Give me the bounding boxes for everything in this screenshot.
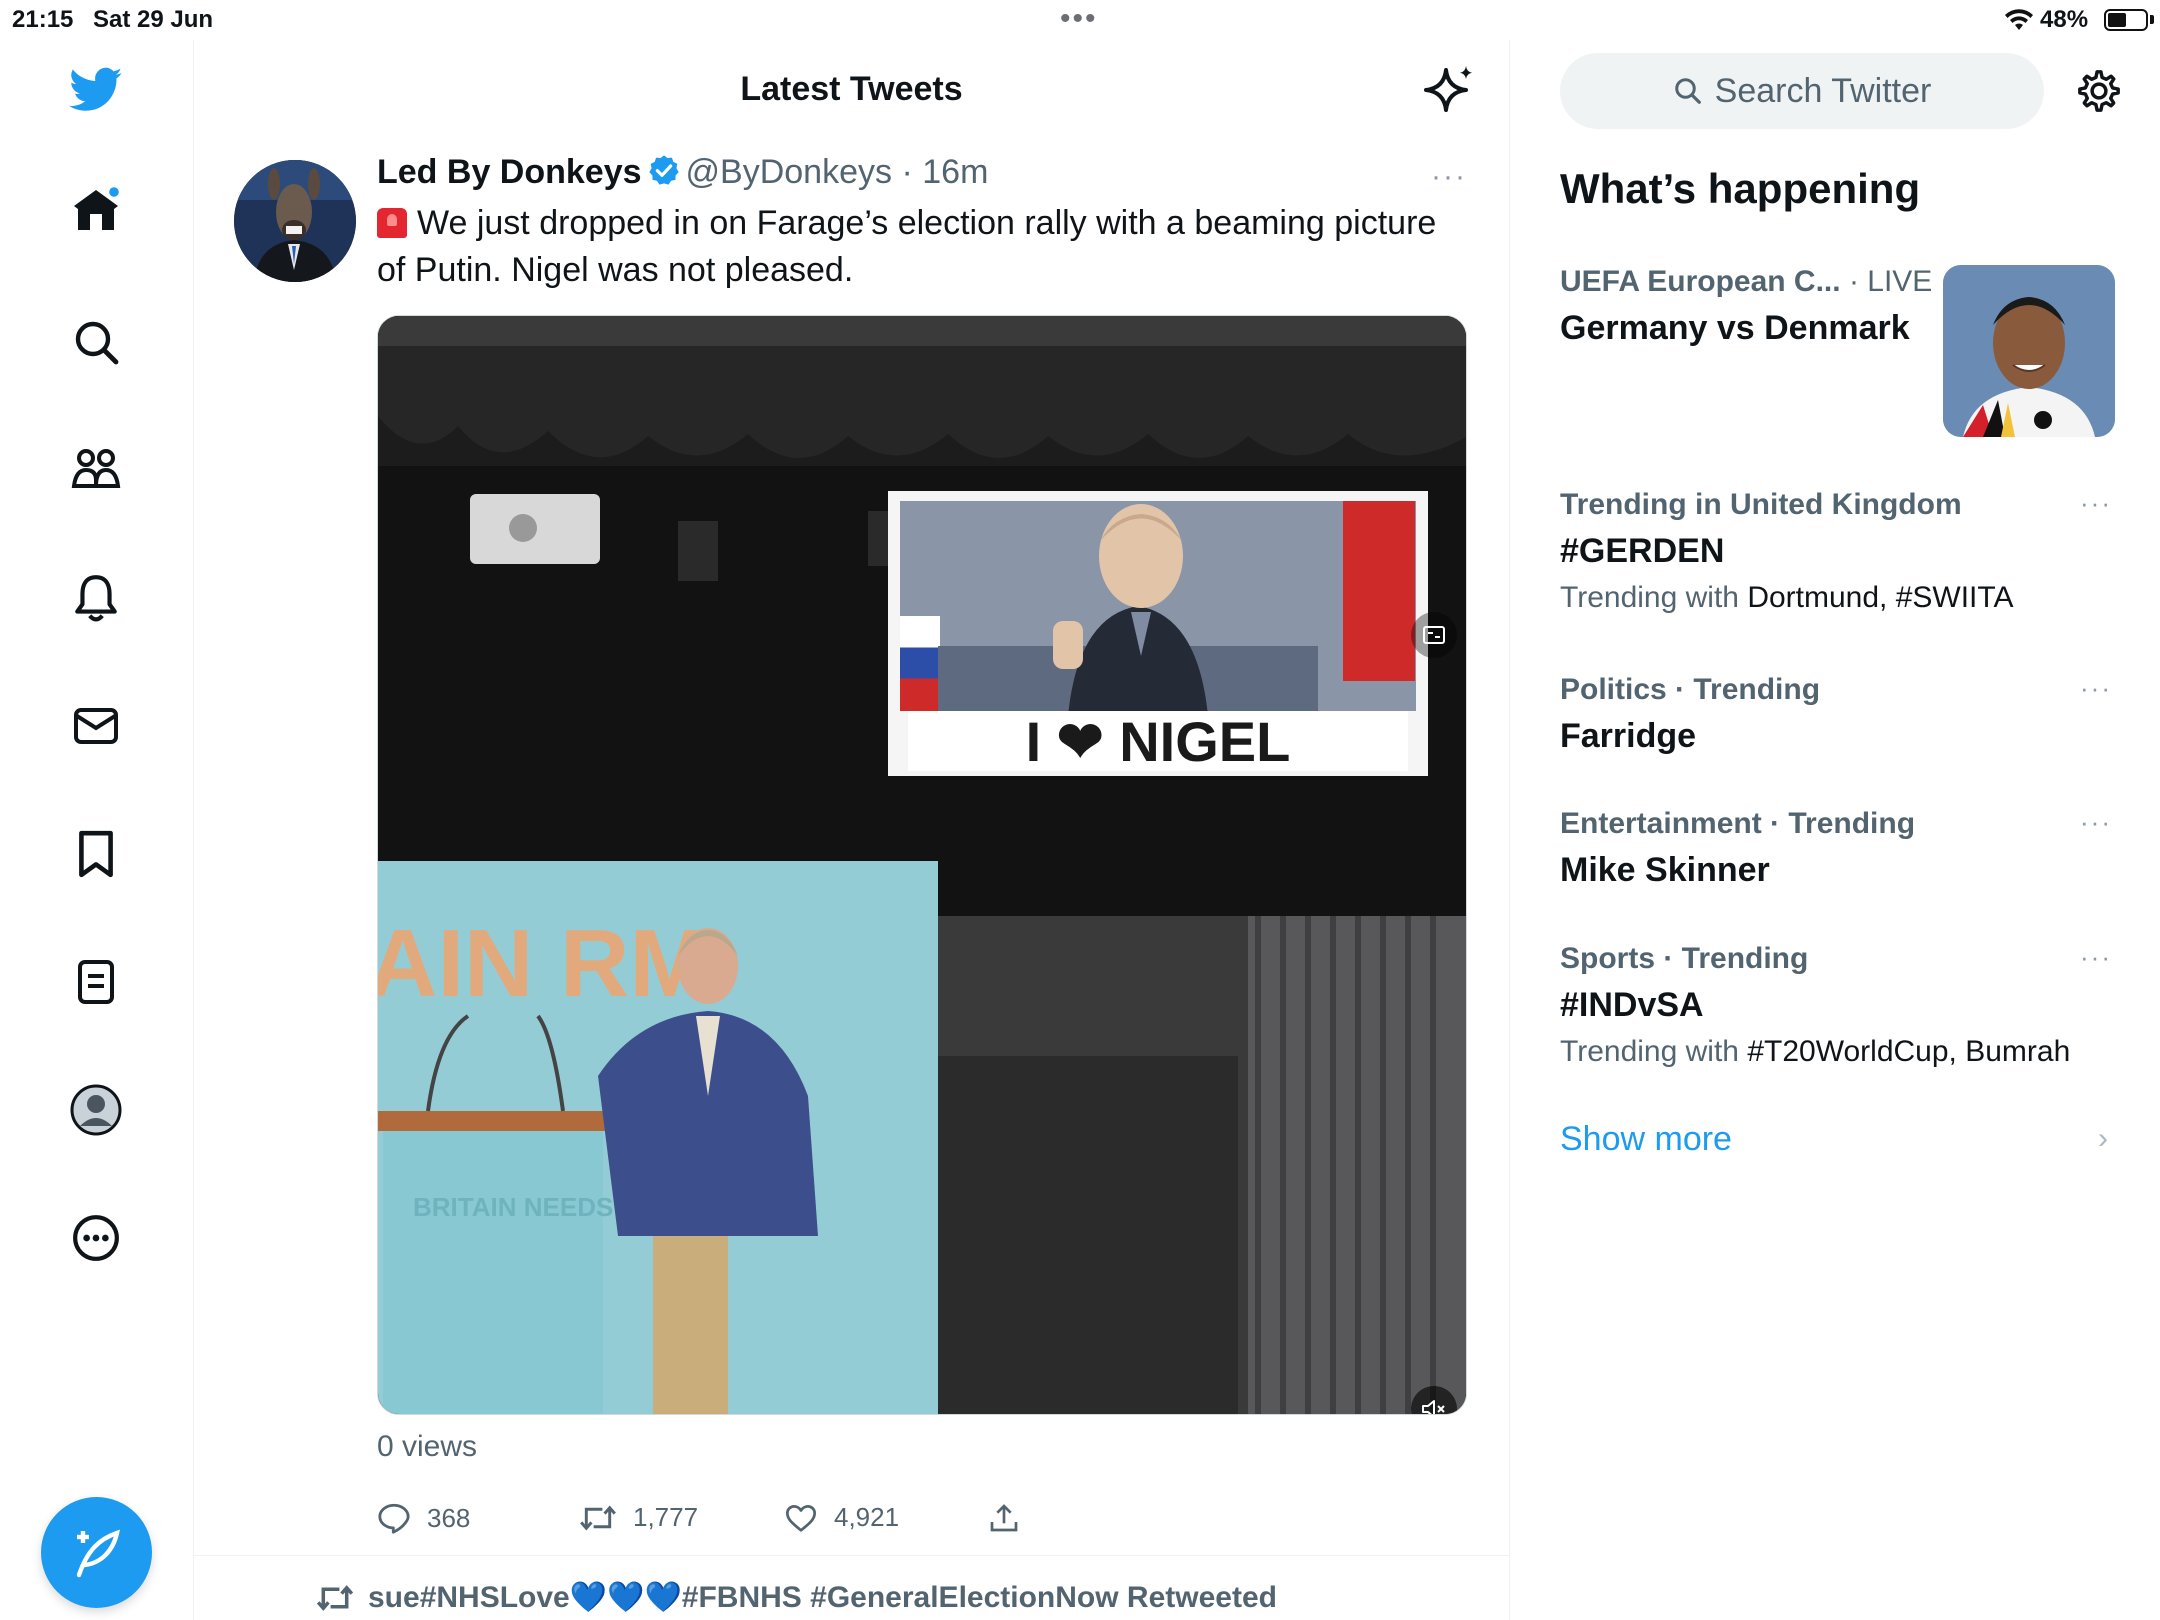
- trend-more-button[interactable]: ···: [2080, 673, 2112, 704]
- sparkle-icon[interactable]: [1422, 62, 1478, 118]
- video-frame: I ❤ NIGEL AIN RM BRITAIN NEEDS REFORM: [378, 316, 1466, 1414]
- tweet-text: We just dropped in on Farage’s election …: [377, 204, 1437, 289]
- view-count: 0 views: [377, 1430, 478, 1463]
- tweet-video[interactable]: I ❤ NIGEL AIN RM BRITAIN NEEDS REFORM: [377, 315, 1467, 1415]
- like-button[interactable]: 4,921: [784, 1502, 899, 1533]
- tweet-more-button[interactable]: ···: [1431, 160, 1467, 194]
- more-icon[interactable]: [66, 1208, 126, 1268]
- status-time: 21:15: [12, 6, 74, 33]
- trend-more-button[interactable]: ···: [2080, 488, 2112, 519]
- siren-emoji-icon: [377, 208, 407, 238]
- trend-with-value: Dortmund, #SWIITA: [1747, 581, 2014, 614]
- author-avatar[interactable]: [234, 160, 356, 282]
- trend-context: Sports · Trending: [1560, 942, 1809, 975]
- banner-text: I ❤ NIGEL: [1026, 710, 1291, 773]
- messages-icon[interactable]: [66, 696, 126, 756]
- reply-button[interactable]: 368: [377, 1502, 470, 1534]
- battery-icon: [2104, 9, 2148, 31]
- communities-icon[interactable]: [66, 440, 126, 500]
- event-context: UEFA European C...: [1560, 265, 1841, 298]
- page-title: Latest Tweets: [740, 70, 963, 108]
- event-thumbnail[interactable]: [1943, 265, 2115, 437]
- search-icon[interactable]: [66, 312, 126, 372]
- trend-title: Mike Skinner: [1560, 851, 1770, 889]
- trend-more-button[interactable]: ···: [2080, 942, 2112, 973]
- notifications-icon[interactable]: [66, 568, 126, 628]
- whats-happening-title: What’s happening: [1560, 165, 1921, 212]
- captions-icon[interactable]: [1411, 612, 1457, 658]
- retweeted-by-text: sue#NHSLove💙💙💙#FBNHS #GeneralElectionNow…: [368, 1581, 1277, 1614]
- trend-title: Farridge: [1560, 717, 1697, 755]
- tweet-time[interactable]: 16m: [922, 153, 988, 191]
- profile-icon[interactable]: [66, 1080, 126, 1140]
- chevron-right-icon: ›: [2098, 1122, 2108, 1155]
- status-date: Sat 29 Jun: [93, 6, 214, 33]
- status-bar: 21:15 Sat 29 Jun ••• 48%: [0, 0, 2160, 40]
- home-icon[interactable]: [66, 180, 126, 240]
- separator: ·: [901, 153, 913, 191]
- search-placeholder: Search Twitter: [1714, 71, 1932, 110]
- settings-gear-icon[interactable]: [2076, 68, 2122, 114]
- trend-more-button[interactable]: ···: [2080, 807, 2112, 838]
- compose-icon: [76, 1529, 120, 1577]
- timeline-column: Latest Tweets Led By Donkeys @ByDonkeys ·…: [194, 40, 1510, 1620]
- retweet-indicator-icon: [316, 1584, 354, 1611]
- tweet-header: Led By Donkeys @ByDonkeys · 16m: [377, 153, 988, 195]
- lists-icon[interactable]: [66, 952, 126, 1012]
- trend-item[interactable]: Politics · Trending Farridge: [1560, 673, 2120, 756]
- author-name[interactable]: Led By Donkeys: [377, 153, 642, 191]
- event-live: · LIVE: [1848, 265, 1933, 298]
- trend-item[interactable]: Trending in United Kingdom #GERDEN Trend…: [1560, 488, 2120, 615]
- trend-with-label: Trending with: [1560, 581, 1739, 614]
- author-handle[interactable]: @ByDonkeys: [686, 153, 892, 191]
- backdrop-text: AIN RM: [378, 910, 709, 1017]
- bookmarks-icon[interactable]: [66, 824, 126, 884]
- retweet-count: 1,777: [633, 1502, 699, 1532]
- share-icon: [990, 1504, 1018, 1532]
- retweeted-by[interactable]: sue#NHSLove💙💙💙#FBNHS #GeneralElectionNow…: [316, 1580, 1277, 1615]
- retweet-icon: [580, 1505, 616, 1530]
- trend-context: Politics · Trending: [1560, 673, 1821, 706]
- twitter-logo-icon[interactable]: [66, 60, 126, 120]
- trend-title: #INDvSA: [1560, 986, 1704, 1024]
- battery-percent: 48%: [2040, 6, 2089, 33]
- share-button[interactable]: [989, 1502, 1019, 1534]
- trend-with-label: Trending with: [1560, 1035, 1739, 1068]
- reply-icon: [378, 1503, 410, 1534]
- right-sidebar: Search Twitter What’s happening UEFA Eur…: [1510, 40, 2160, 1620]
- like-icon: [786, 1504, 816, 1532]
- multitasking-dots-icon[interactable]: •••: [1060, 2, 1098, 36]
- search-input-icon: [1674, 78, 1701, 104]
- trend-item[interactable]: Entertainment · Trending Mike Skinner: [1560, 807, 2120, 890]
- trend-context: Trending in United Kingdom: [1560, 488, 1962, 521]
- battery-tip: [2150, 15, 2154, 24]
- retweet-button[interactable]: 1,777: [579, 1502, 698, 1533]
- trend-item[interactable]: Sports · Trending #INDvSA Trending with …: [1560, 942, 2120, 1069]
- trend-title: #GERDEN: [1560, 532, 1725, 570]
- show-more-link[interactable]: Show more: [1560, 1120, 1732, 1159]
- left-navigation: [0, 40, 194, 1620]
- verified-badge-icon: [648, 154, 680, 195]
- tweet-text-container: We just dropped in on Farage’s election …: [377, 200, 1457, 294]
- tweet-divider: [194, 1555, 1509, 1556]
- reply-count: 368: [427, 1502, 471, 1533]
- search-input[interactable]: Search Twitter: [1560, 53, 2044, 129]
- wifi-icon: [2004, 8, 2034, 37]
- trend-with-value: #T20WorldCup, Bumrah: [1747, 1035, 2071, 1068]
- trend-context: Entertainment · Trending: [1560, 807, 1916, 840]
- like-count: 4,921: [834, 1502, 900, 1532]
- compose-button[interactable]: [41, 1497, 152, 1608]
